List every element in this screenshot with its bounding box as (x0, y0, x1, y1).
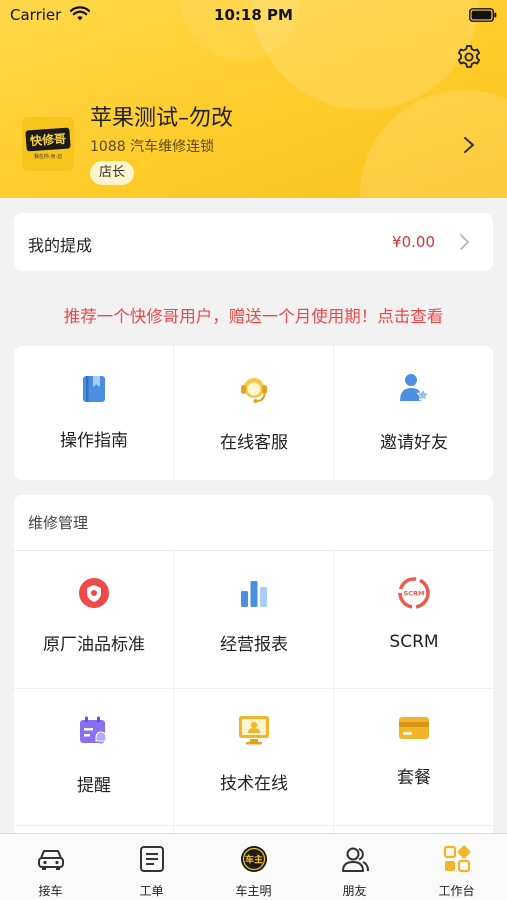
profile-header: Carrier 10:18 PM 快修哥 我在你·身·边 苹果测试–勿改 108… (0, 0, 507, 198)
logo-subtext: 我在你·身·边 (33, 153, 63, 160)
svg-text:SCRM: SCRM (404, 590, 425, 598)
reminder-label: 提醒 (77, 776, 111, 796)
tab-workbench[interactable]: 工作台 (406, 834, 507, 900)
tech-online-icon (239, 716, 269, 745)
tab-label: 朋友 (342, 884, 367, 898)
tab-label: 车主明 (235, 884, 272, 898)
shop-name: 苹果测试–勿改 (90, 106, 234, 131)
logo-text: 快修哥 (25, 126, 71, 152)
business-report-button[interactable]: 经营报表 (174, 551, 334, 688)
customer-service-button[interactable]: 在线客服 (174, 346, 334, 480)
oil-standard-label: 原厂油品标准 (43, 635, 145, 655)
reminder-button[interactable]: 提醒 (14, 689, 174, 826)
tab-owner[interactable]: 车主 车主明 (203, 834, 304, 900)
scrm-icon: SCRM (398, 577, 430, 609)
scrm-button[interactable]: SCRM SCRM (334, 551, 493, 688)
tab-work-order[interactable]: 工单 (101, 834, 202, 900)
clock: 10:18 PM (214, 6, 293, 24)
work-order-icon (140, 846, 164, 872)
settings-gear-icon[interactable] (456, 44, 482, 70)
package-button[interactable]: 套餐 (334, 689, 493, 826)
card-package-icon (399, 717, 429, 739)
customer-service-label: 在线客服 (220, 433, 288, 453)
tech-online-label: 技术在线 (220, 774, 288, 794)
chevron-right-icon[interactable] (462, 136, 476, 154)
workbench-icon (443, 845, 471, 873)
invite-friends-label: 邀请好友 (380, 433, 448, 453)
commission-label: 我的提成 (28, 236, 93, 255)
business-report-label: 经营报表 (220, 635, 288, 655)
package-label: 套餐 (397, 768, 431, 788)
tech-online-button[interactable]: 技术在线 (174, 689, 334, 826)
guide-button[interactable]: 操作指南 (14, 346, 174, 480)
owner-logo-icon: 车主 (241, 846, 267, 872)
bottom-tab-bar: 接车 工单 车主 车主明 朋友 工作台 (0, 833, 507, 900)
battery-icon (469, 8, 497, 22)
tab-friends[interactable]: 朋友 (304, 834, 405, 900)
commission-row[interactable]: 我的提成 ¥0.00 (14, 213, 493, 271)
customer-service-icon (241, 378, 267, 403)
invite-friends-button[interactable]: 邀请好友 (334, 346, 493, 480)
scrm-label: SCRM (389, 632, 439, 652)
calendar-reminder-icon (80, 716, 107, 745)
friends-icon (342, 847, 369, 872)
tab-label: 工单 (139, 884, 164, 898)
commission-amount: ¥0.00 (392, 233, 435, 251)
shop-logo: 快修哥 我在你·身·边 (22, 117, 74, 171)
guide-label: 操作指南 (60, 431, 128, 451)
invite-friend-icon (400, 374, 430, 401)
oil-standard-button[interactable]: 原厂油品标准 (14, 551, 174, 688)
quick-actions-card: 操作指南 在线客服 邀请好友 (14, 346, 493, 480)
bar-report-icon (241, 581, 267, 607)
status-bar: Carrier 10:18 PM (0, 0, 507, 30)
book-icon (83, 376, 105, 402)
role-badge: 店长 (90, 161, 135, 185)
car-icon (38, 850, 64, 870)
tab-label: 工作台 (438, 884, 475, 898)
shop-subtitle: 1088 汽车维修连锁 (90, 139, 215, 155)
svg-text:车主: 车主 (245, 854, 263, 866)
tab-label: 接车 (38, 884, 63, 898)
chevron-right-icon (460, 234, 469, 250)
section-title: 维修管理 (28, 514, 89, 532)
repair-management-card: 维修管理 原厂油品标准 经营报表 SCRM SCRM 提醒 技术在线 套餐 (14, 495, 493, 840)
promo-banner-link[interactable]: 推荐一个快修哥用户，赠送一个月使用期！点击查看 (0, 303, 507, 327)
oil-standard-icon (79, 578, 109, 608)
tab-reception[interactable]: 接车 (0, 834, 101, 900)
